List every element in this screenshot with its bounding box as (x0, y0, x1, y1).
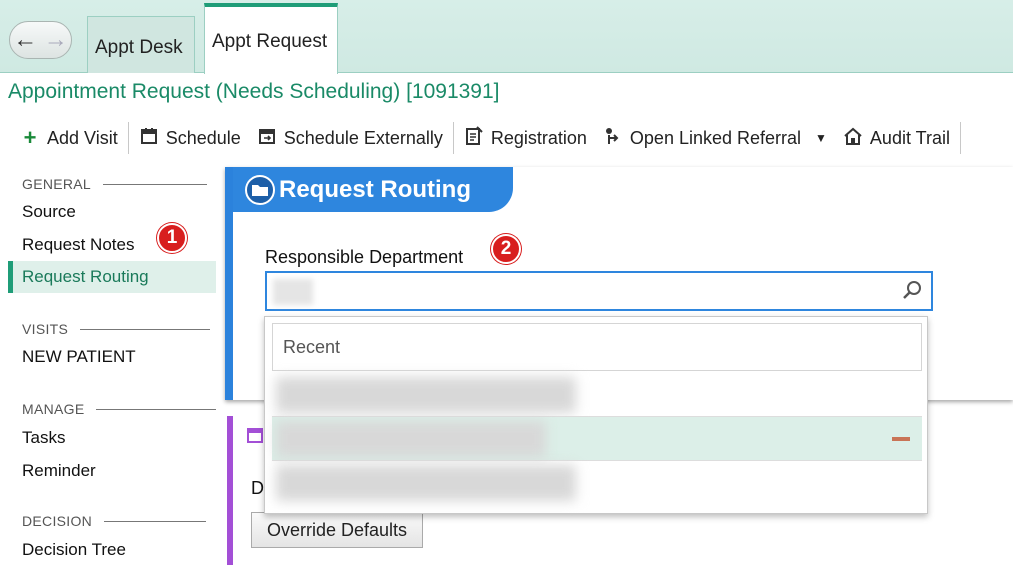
toolbar: + Add Visit Schedule Schedule Externally… (0, 118, 1013, 158)
section-divider (104, 520, 207, 522)
registration-form-icon (464, 125, 484, 151)
sidebar-item-request-routing[interactable]: Request Routing (8, 261, 216, 293)
callout-badge-2: 2 (491, 234, 521, 264)
schedule-externally-button[interactable]: Schedule Externally (249, 118, 451, 158)
redacted-input-value (273, 279, 313, 305)
redacted-text (276, 377, 576, 413)
override-defaults-button[interactable]: Override Defaults (251, 512, 423, 548)
forward-arrow-icon[interactable]: → (41, 22, 72, 58)
open-linked-referral-button[interactable]: Open Linked Referral ▼ (595, 118, 835, 158)
sidebar-item-tasks[interactable]: Tasks (22, 428, 65, 448)
dropdown-caret-icon[interactable]: ▼ (815, 131, 827, 145)
section-divider (96, 408, 217, 410)
section-decision-label: DECISION (22, 513, 93, 529)
section-general-label: GENERAL (22, 176, 92, 192)
schedule-externally-label: Schedule Externally (283, 127, 443, 148)
list-item[interactable] (272, 461, 922, 505)
registration-label: Registration (490, 127, 587, 148)
calendar-icon (139, 127, 159, 150)
callout-badge-1: 1 (157, 223, 187, 253)
section-divider (103, 183, 208, 185)
responsible-department-input[interactable] (265, 271, 933, 311)
section-divider (80, 328, 211, 330)
search-icon[interactable] (901, 279, 923, 307)
audit-trail-label: Audit Trail (869, 127, 950, 148)
section-decision: DECISION (22, 513, 207, 529)
schedule-button[interactable]: Schedule (131, 118, 249, 158)
toolbar-divider (127, 122, 129, 154)
audit-trail-button[interactable]: Audit Trail (835, 118, 958, 158)
schedule-label: Schedule (165, 127, 241, 148)
page-title: Appointment Request (Needs Scheduling) [… (8, 80, 500, 103)
back-arrow-icon[interactable]: ← (10, 22, 41, 58)
history-nav: ← → (9, 21, 72, 59)
add-visit-button[interactable]: + Add Visit (0, 118, 126, 158)
toolbar-divider (452, 122, 454, 154)
list-item[interactable] (272, 417, 922, 461)
redacted-text (276, 465, 576, 501)
sidebar-item-source[interactable]: Source (22, 202, 76, 222)
section-manage: MANAGE (22, 401, 217, 417)
section-general: GENERAL (22, 176, 208, 192)
add-visit-label: Add Visit (47, 127, 118, 148)
folder-icon (245, 174, 275, 205)
registration-button[interactable]: Registration (456, 118, 595, 158)
sidebar-item-reminder[interactable]: Reminder (22, 461, 96, 481)
sidebar-item-request-notes[interactable]: Request Notes (22, 235, 134, 255)
open-linked-referral-label: Open Linked Referral (629, 127, 802, 148)
sidebar-item-decision-tree[interactable]: Decision Tree (22, 540, 126, 560)
responsible-department-label: Responsible Department (265, 247, 464, 267)
section-visits: VISITS (22, 321, 211, 337)
list-item[interactable] (272, 373, 922, 417)
redacted-text (276, 421, 546, 457)
plus-icon: + (23, 125, 37, 150)
tab-appt-desk[interactable]: Appt Desk (87, 16, 195, 73)
dropdown-header-recent: Recent (272, 323, 922, 371)
remove-icon[interactable] (892, 437, 910, 441)
sidebar-item-new-patient[interactable]: NEW PATIENT (22, 347, 136, 367)
request-routing-title: Request Routing (279, 175, 471, 203)
sidebar: GENERAL Source Request Notes Request Rou… (0, 170, 218, 565)
section-manage-label: MANAGE (22, 401, 85, 417)
department-dropdown: Recent (264, 316, 928, 514)
request-routing-header: Request Routing (233, 167, 513, 212)
calendar-icon (247, 426, 263, 449)
section-visits-label: VISITS (22, 321, 69, 337)
toolbar-divider (959, 122, 961, 154)
calendar-external-icon (257, 127, 277, 150)
referral-icon (603, 126, 623, 151)
tab-strip: ← → Appt Desk Appt Request (0, 0, 1013, 74)
tab-appt-request[interactable]: Appt Request (204, 3, 338, 74)
house-icon (843, 126, 863, 151)
